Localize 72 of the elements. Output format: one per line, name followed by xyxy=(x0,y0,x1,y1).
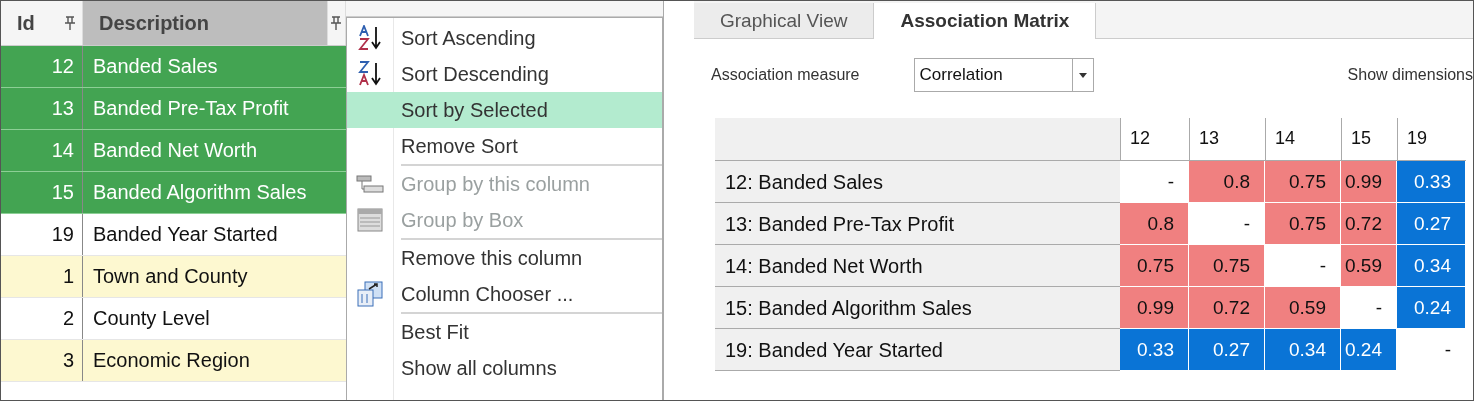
panel-icon xyxy=(357,208,383,232)
matrix-column-header: 14 xyxy=(1265,118,1341,161)
matrix-row-header: 14: Banded Net Worth xyxy=(715,245,1120,287)
column-header[interactable]: Id xyxy=(1,1,83,45)
matrix-column-header: 19 xyxy=(1397,118,1466,161)
matrix-cell: 0.72 xyxy=(1189,287,1265,329)
grid-row[interactable]: 3 Economic Region xyxy=(1,340,346,382)
menu-item[interactable]: Best Fit xyxy=(347,314,662,350)
description-cell-text: Banded Sales xyxy=(92,54,219,79)
matrix-cell: 0.33 xyxy=(1397,161,1466,203)
matrix-cell: 0.75 xyxy=(1265,203,1341,245)
description-cell-text: County Level xyxy=(92,306,211,331)
menu-item[interactable]: Remove this column xyxy=(347,240,662,276)
pin-icon[interactable] xyxy=(330,16,342,30)
menu-item[interactable]: Sort by Selected xyxy=(347,92,662,128)
id-cell: 13 xyxy=(1,88,83,129)
pin-icon[interactable] xyxy=(64,16,76,30)
grid-row[interactable]: 19 Banded Year Started xyxy=(1,214,346,256)
matrix-row-header: 12: Banded Sales xyxy=(715,161,1120,203)
description-cell-text: Banded Pre-Tax Profit xyxy=(92,96,290,121)
sort-ascending-icon xyxy=(357,25,383,51)
matrix-row-header: 13: Banded Pre-Tax Profit xyxy=(715,203,1120,245)
id-cell: 1 xyxy=(1,256,83,297)
description-cell-text: Town and County xyxy=(92,264,249,289)
matrix-cell: 0.27 xyxy=(1189,329,1265,371)
matrix-column-header: 12 xyxy=(1120,118,1189,161)
menu-item[interactable]: Sort Descending xyxy=(347,56,662,92)
group-icon xyxy=(356,175,384,193)
description-cell-text: Banded Net Worth xyxy=(92,138,259,163)
id-cell: 12 xyxy=(1,46,83,87)
tab[interactable]: Association Matrix xyxy=(874,3,1097,39)
id-cell: 3 xyxy=(1,340,83,381)
matrix-cell: 0.72 xyxy=(1341,203,1397,245)
matrix-cell: 0.24 xyxy=(1397,287,1466,329)
matrix-row-header: 19: Banded Year Started xyxy=(715,329,1120,371)
matrix-cell: 0.34 xyxy=(1397,245,1466,287)
column-chooser-icon xyxy=(357,281,383,307)
matrix-cell: 0.75 xyxy=(1265,161,1341,203)
matrix-cell: 0.99 xyxy=(1341,161,1397,203)
matrix-column-header: 13 xyxy=(1189,118,1265,161)
field-label: Show dimensions xyxy=(1347,66,1473,84)
id-cell: 19 xyxy=(1,214,83,255)
matrix-cell: 0.75 xyxy=(1189,245,1265,287)
tab[interactable]: Graphical View xyxy=(694,3,875,38)
measure-dropdown[interactable]: Correlation xyxy=(913,58,1094,92)
menu-item[interactable]: Remove Sort xyxy=(347,128,662,164)
menu-item[interactable]: Show all columns xyxy=(347,350,662,386)
grid-row[interactable]: 1 Town and County xyxy=(1,256,346,298)
matrix-cell: 0.99 xyxy=(1120,287,1189,329)
description-cell-text: Banded Algorithm Sales xyxy=(92,180,308,205)
matrix-cell: 0.33 xyxy=(1120,329,1189,371)
matrix-column-header: 15 xyxy=(1341,118,1397,161)
description-cell-text: Economic Region xyxy=(92,348,251,373)
column-header[interactable]: Description xyxy=(83,1,328,45)
id-cell: 15 xyxy=(1,172,83,213)
matrix-cell: 0.24 xyxy=(1341,329,1397,371)
menu-item[interactable]: Column Chooser ... xyxy=(347,276,662,312)
matrix-row-header: 15: Banded Algorithm Sales xyxy=(715,287,1120,329)
field-label: Association measure xyxy=(711,66,860,84)
matrix-cell: 0.75 xyxy=(1120,245,1189,287)
menu-item[interactable]: Sort Ascending xyxy=(347,20,662,56)
sort-descending-icon xyxy=(357,61,383,87)
grid-row[interactable]: 2 County Level xyxy=(1,298,346,340)
matrix-cell: 0.8 xyxy=(1189,161,1265,203)
matrix-cell: 0.27 xyxy=(1397,203,1466,245)
matrix-cell: 0.59 xyxy=(1265,287,1341,329)
id-cell: 2 xyxy=(1,298,83,339)
id-cell: 14 xyxy=(1,130,83,171)
matrix-cell: 0.34 xyxy=(1265,329,1341,371)
matrix-cell: 0.8 xyxy=(1120,203,1189,245)
description-cell-text: Banded Year Started xyxy=(92,222,279,247)
matrix-cell: 0.59 xyxy=(1341,245,1397,287)
